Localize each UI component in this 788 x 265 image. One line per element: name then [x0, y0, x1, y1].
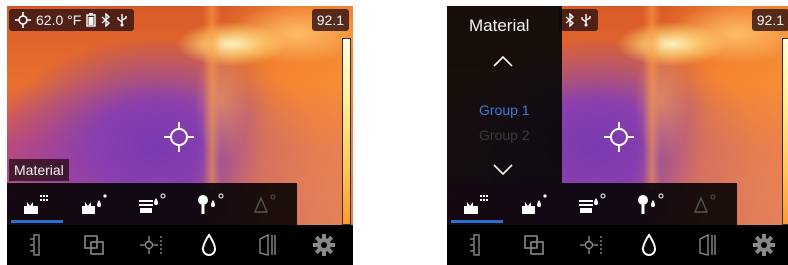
droplet-button[interactable] — [620, 225, 678, 265]
layers-button[interactable] — [505, 225, 563, 265]
max-temperature-badge: 92.1 — [751, 9, 788, 31]
mode-selected-underline — [11, 220, 63, 223]
wall-button[interactable] — [238, 225, 296, 265]
layers-icon — [523, 235, 544, 255]
group-option-1[interactable]: Group 1 — [479, 102, 530, 118]
thermal-beam — [643, 6, 661, 191]
droplet-icon — [641, 233, 656, 256]
spot-icon — [580, 236, 602, 254]
ruler-button[interactable] — [447, 225, 505, 265]
color-scale-bar — [342, 38, 351, 225]
spot-button[interactable] — [122, 225, 180, 265]
ruler-icon — [469, 234, 480, 256]
material-icon — [24, 195, 48, 214]
surface-mode-button[interactable] — [563, 183, 621, 225]
probe-mode-button[interactable] — [181, 183, 239, 225]
mode-bar — [7, 183, 297, 225]
bluetooth-icon — [101, 13, 111, 27]
chevron-up-icon[interactable] — [492, 54, 514, 68]
settings-button[interactable] — [735, 225, 788, 265]
emissivity-mode-button[interactable] — [505, 183, 563, 225]
bluetooth-icon — [565, 13, 575, 27]
droplet-button[interactable] — [180, 225, 238, 265]
material-mode-button[interactable] — [447, 183, 505, 225]
surface-dot-icon — [579, 193, 606, 213]
material-icon — [464, 195, 488, 214]
crosshair-icon — [604, 122, 634, 152]
usb-icon — [581, 14, 591, 27]
spot-button[interactable] — [562, 225, 620, 265]
probe-dot-icon — [638, 193, 664, 214]
surface-mode-button[interactable] — [123, 183, 181, 225]
mode-bar — [447, 183, 737, 225]
delta-mode-button[interactable] — [679, 183, 737, 225]
gear-icon — [313, 234, 336, 256]
chevron-down-icon[interactable] — [492, 163, 514, 177]
status-bar — [559, 9, 598, 31]
tool-bar — [447, 225, 788, 265]
thermal-screen-main: 62.0 °F 92.1 Material — [7, 6, 353, 265]
wall-icon — [258, 233, 276, 256]
max-temperature-badge: 92.1 — [311, 9, 349, 31]
status-bar: 62.0 °F — [9, 9, 135, 31]
crosshair-icon — [164, 122, 194, 152]
target-icon — [15, 12, 31, 28]
panel-title: Material — [469, 16, 530, 35]
settings-button[interactable] — [295, 225, 353, 265]
emissivity-dot-icon — [522, 194, 547, 214]
gear-icon — [753, 234, 776, 256]
droplet-icon — [201, 233, 216, 256]
delta-mode-button[interactable] — [239, 183, 297, 225]
probe-mode-button[interactable] — [621, 183, 679, 225]
spot-temperature: 62.0 °F — [36, 12, 82, 28]
emissivity-dot-icon — [82, 194, 107, 214]
color-scale-bar — [782, 38, 788, 225]
ruler-button[interactable] — [7, 225, 65, 265]
mode-selected-underline — [451, 220, 503, 223]
material-mode-button[interactable] — [7, 183, 65, 225]
tool-bar — [7, 225, 353, 265]
delta-icon — [693, 194, 716, 213]
layers-button[interactable] — [65, 225, 123, 265]
layers-icon — [83, 235, 104, 255]
delta-icon — [253, 194, 276, 213]
thermal-beam — [203, 6, 221, 191]
surface-dot-icon — [139, 193, 166, 213]
usb-icon — [117, 14, 127, 27]
group-option-2[interactable]: Group 2 — [479, 127, 530, 143]
wall-button[interactable] — [678, 225, 736, 265]
probe-dot-icon — [198, 193, 224, 214]
ruler-icon — [29, 234, 40, 256]
wall-icon — [698, 233, 716, 256]
material-label: Material — [9, 159, 69, 181]
material-menu-panel: Material Group 1 Group 2 — [447, 6, 562, 183]
thermal-screen-material-menu: 92.1 Material Group 1 Group 2 — [447, 6, 788, 265]
spot-icon — [140, 236, 162, 254]
emissivity-mode-button[interactable] — [65, 183, 123, 225]
battery-icon — [86, 13, 96, 27]
